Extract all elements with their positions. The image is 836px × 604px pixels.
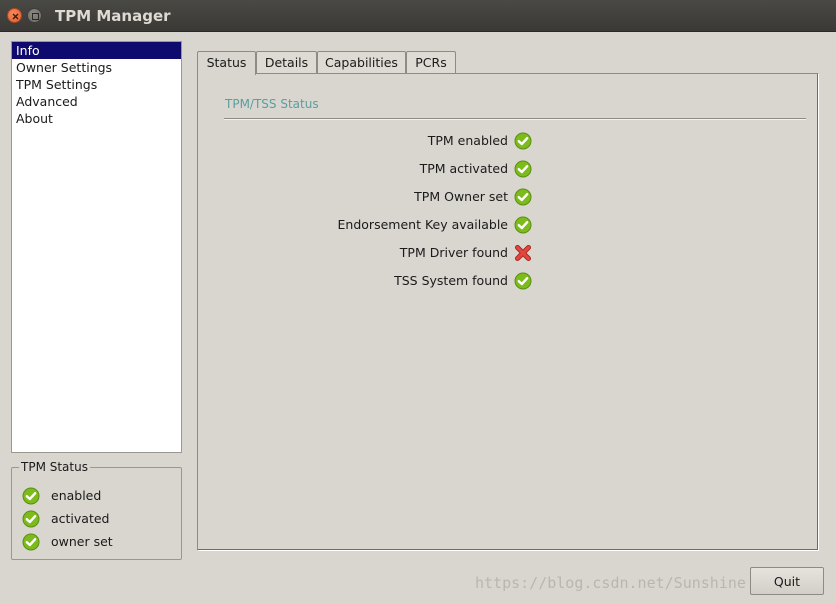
check-icon (514, 132, 532, 153)
group-status-label: owner set (51, 534, 113, 549)
tab-status[interactable]: Status (197, 51, 256, 75)
window-title: TPM Manager (55, 7, 171, 25)
maximize-icon (32, 13, 39, 20)
status-panel: TPM/TSS Status TPM enabled TPM activated… (197, 73, 819, 551)
sidebar-item-tpm-settings[interactable]: TPM Settings (12, 76, 181, 93)
status-label: TPM Owner set (414, 189, 508, 204)
cross-icon (514, 244, 532, 265)
watermark: https://blog.csdn.net/Sunshine (475, 574, 746, 592)
title-bar: TPM Manager (0, 0, 836, 32)
section-divider (224, 118, 806, 120)
sidebar-list[interactable]: Info Owner Settings TPM Settings Advance… (11, 41, 182, 453)
group-status-label: activated (51, 511, 110, 526)
check-icon (514, 272, 532, 293)
status-label: Endorsement Key available (337, 217, 508, 232)
status-label: TSS System found (394, 273, 508, 288)
check-icon (22, 510, 40, 531)
sidebar-item-info[interactable]: Info (12, 42, 181, 59)
quit-button[interactable]: Quit (750, 567, 824, 595)
check-icon (22, 533, 40, 554)
close-icon (12, 13, 19, 20)
tab-details[interactable]: Details (256, 51, 317, 74)
section-title: TPM/TSS Status (225, 97, 319, 111)
group-status-label: enabled (51, 488, 102, 503)
sidebar-item-owner-settings[interactable]: Owner Settings (12, 59, 181, 76)
status-label: TPM enabled (427, 133, 508, 148)
check-icon (22, 487, 40, 508)
status-label: TPM activated (419, 161, 508, 176)
maximize-window-button[interactable] (27, 8, 42, 23)
check-icon (514, 160, 532, 181)
groupbox-title: TPM Status (19, 460, 90, 474)
check-icon (514, 188, 532, 209)
tab-capabilities[interactable]: Capabilities (317, 51, 406, 74)
close-window-button[interactable] (7, 8, 22, 23)
tab-pcrs[interactable]: PCRs (406, 51, 456, 74)
tpm-status-groupbox: TPM Status enabled activated owner set (11, 460, 182, 560)
sidebar-item-advanced[interactable]: Advanced (12, 93, 181, 110)
status-label: TPM Driver found (399, 245, 508, 260)
check-icon (514, 216, 532, 237)
sidebar-item-about[interactable]: About (12, 110, 181, 127)
